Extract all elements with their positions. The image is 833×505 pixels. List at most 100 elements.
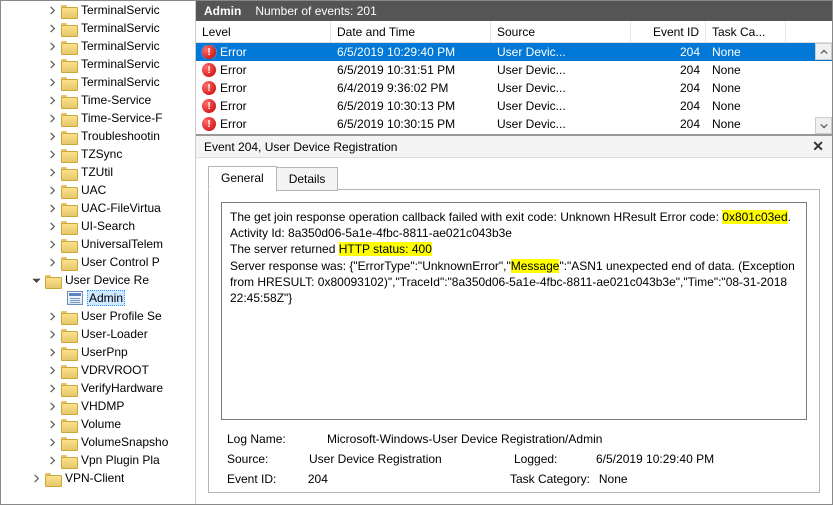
folder-icon <box>61 345 77 359</box>
tree-item[interactable]: TerminalServic <box>1 19 195 37</box>
tree-label: Time-Service-F <box>81 111 163 125</box>
error-icon: ! <box>202 81 216 95</box>
chevron-right-icon[interactable] <box>45 201 59 215</box>
tree-item[interactable]: TZUtil <box>1 163 195 181</box>
tree-item[interactable]: TZSync <box>1 145 195 163</box>
col-task[interactable]: Task Ca... <box>706 21 786 42</box>
event-source: User Devic... <box>491 99 631 113</box>
msg-text: Activity Id: 8a350d06-5a1e-4fbc-8811-ae0… <box>230 226 512 240</box>
folder-icon <box>61 57 77 71</box>
tree-item[interactable]: VolumeSnapsho <box>1 433 195 451</box>
scroll-down-button[interactable] <box>815 117 832 134</box>
chevron-right-icon[interactable] <box>45 255 59 269</box>
error-icon: ! <box>202 99 216 113</box>
chevron-right-icon[interactable] <box>45 327 59 341</box>
tree-item[interactable]: User Profile Se <box>1 307 195 325</box>
tree-label: TZSync <box>81 147 122 161</box>
event-id: 204 <box>631 99 706 113</box>
tree-item[interactable]: UAC <box>1 181 195 199</box>
folder-icon <box>61 93 77 107</box>
col-event-id[interactable]: Event ID <box>631 21 706 42</box>
chevron-right-icon[interactable] <box>45 309 59 323</box>
col-level[interactable]: Level <box>196 21 331 42</box>
scroll-up-button[interactable] <box>815 43 832 60</box>
chevron-right-icon[interactable] <box>45 363 59 377</box>
tree-item[interactable]: Vpn Plugin Pla <box>1 451 195 469</box>
chevron-right-icon[interactable] <box>45 453 59 467</box>
event-date: 6/4/2019 9:36:02 PM <box>331 81 491 95</box>
chevron-right-icon[interactable] <box>45 345 59 359</box>
event-list[interactable]: Level Date and Time Source Event ID Task… <box>196 21 832 136</box>
tree-label: TZUtil <box>81 165 113 179</box>
event-id: 204 <box>631 45 706 59</box>
tree-item[interactable]: Troubleshootin <box>1 127 195 145</box>
event-row[interactable]: !Error6/4/2019 9:36:02 PMUser Devic...20… <box>196 79 832 97</box>
chevron-right-icon[interactable] <box>45 129 59 143</box>
chevron-right-icon[interactable] <box>45 237 59 251</box>
tree-item[interactable]: Time-Service <box>1 91 195 109</box>
tree-item[interactable]: UAC-FileVirtua <box>1 199 195 217</box>
tree-item[interactable]: TerminalServic <box>1 55 195 73</box>
tree-item[interactable]: VDRVROOT <box>1 361 195 379</box>
chevron-right-icon[interactable] <box>45 417 59 431</box>
tree-item[interactable]: UserPnp <box>1 343 195 361</box>
event-message[interactable]: The get join response operation callback… <box>221 202 807 420</box>
tree-item[interactable]: Time-Service-F <box>1 109 195 127</box>
tree-label: User Control P <box>81 255 160 269</box>
tree-item[interactable]: VPN-Client <box>1 469 195 487</box>
chevron-right-icon[interactable] <box>29 471 43 485</box>
tree-label: Vpn Plugin Pla <box>81 453 160 467</box>
tree-item[interactable]: UniversalTelem <box>1 235 195 253</box>
chevron-right-icon[interactable] <box>45 381 59 395</box>
tree-label: VolumeSnapsho <box>81 435 168 449</box>
label-source: Source: <box>227 452 309 466</box>
navigation-tree[interactable]: TerminalServicTerminalServicTerminalServ… <box>1 1 196 504</box>
chevron-down-icon[interactable] <box>29 273 43 287</box>
chevron-right-icon[interactable] <box>45 165 59 179</box>
event-row[interactable]: !Error6/5/2019 10:30:15 PMUser Devic...2… <box>196 115 832 133</box>
col-source[interactable]: Source <box>491 21 631 42</box>
tree-item[interactable]: TerminalServic <box>1 1 195 19</box>
tree-label: UAC-FileVirtua <box>81 201 161 215</box>
tab-general[interactable]: General <box>208 166 277 190</box>
tree-item[interactable]: Admin <box>1 289 195 307</box>
tree-item[interactable]: UI-Search <box>1 217 195 235</box>
tree-item[interactable]: Volume <box>1 415 195 433</box>
error-icon: ! <box>202 45 216 59</box>
label-logged: Logged: <box>514 452 596 466</box>
chevron-right-icon[interactable] <box>45 93 59 107</box>
tree-item[interactable]: User Device Re <box>1 271 195 289</box>
tree-item[interactable]: User Control P <box>1 253 195 271</box>
event-list-header[interactable]: Level Date and Time Source Event ID Task… <box>196 21 832 43</box>
tree-item[interactable]: VHDMP <box>1 397 195 415</box>
event-date: 6/5/2019 10:29:40 PM <box>331 45 491 59</box>
chevron-right-icon[interactable] <box>45 147 59 161</box>
chevron-right-icon[interactable] <box>45 435 59 449</box>
event-date: 6/5/2019 10:30:15 PM <box>331 117 491 131</box>
folder-icon <box>45 273 61 287</box>
tree-item[interactable]: User-Loader <box>1 325 195 343</box>
event-row[interactable]: !Error6/5/2019 10:31:51 PMUser Devic...2… <box>196 61 832 79</box>
error-icon: ! <box>202 117 216 131</box>
chevron-right-icon[interactable] <box>45 21 59 35</box>
folder-icon <box>61 237 77 251</box>
chevron-right-icon[interactable] <box>45 39 59 53</box>
chevron-right-icon[interactable] <box>45 183 59 197</box>
event-level: Error <box>220 63 247 77</box>
event-row[interactable]: !Error6/5/2019 10:30:13 PMUser Devic...2… <box>196 97 832 115</box>
event-row[interactable]: !Error6/5/2019 10:29:40 PMUser Devic...2… <box>196 43 832 61</box>
tree-item[interactable]: VerifyHardware <box>1 379 195 397</box>
msg-text: Server response was: {"ErrorType":"Unkno… <box>230 259 511 273</box>
tree-item[interactable]: TerminalServic <box>1 73 195 91</box>
chevron-right-icon[interactable] <box>45 57 59 71</box>
tree-item[interactable]: TerminalServic <box>1 37 195 55</box>
chevron-right-icon[interactable] <box>45 399 59 413</box>
chevron-right-icon[interactable] <box>45 111 59 125</box>
chevron-right-icon[interactable] <box>45 219 59 233</box>
close-icon[interactable]: ✕ <box>812 138 824 155</box>
chevron-right-icon[interactable] <box>45 75 59 89</box>
tab-details[interactable]: Details <box>276 167 339 191</box>
col-date[interactable]: Date and Time <box>331 21 491 42</box>
chevron-right-icon[interactable] <box>45 3 59 17</box>
tree-label: User Profile Se <box>81 309 162 323</box>
